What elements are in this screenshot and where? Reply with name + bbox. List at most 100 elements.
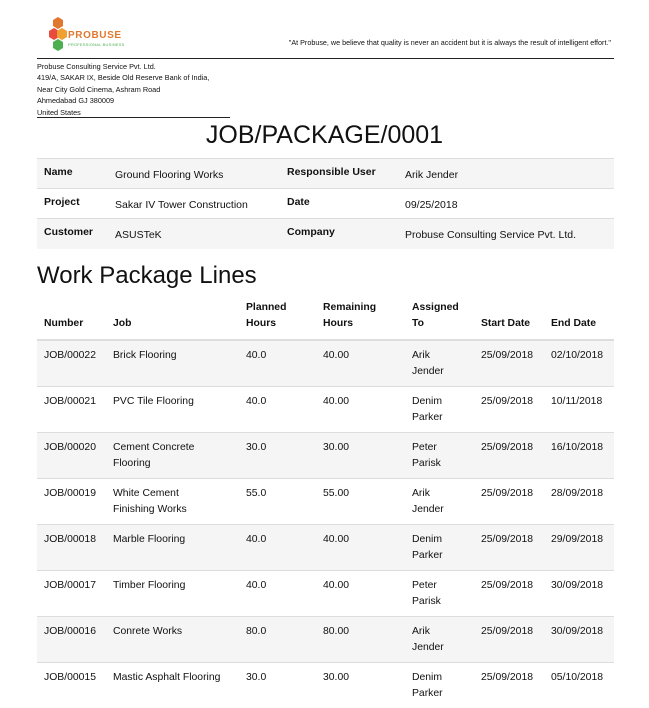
- cell-assigned: Denim Parker: [405, 524, 474, 571]
- cell-job: Marble Flooring: [106, 524, 239, 571]
- cell-number: JOB/00022: [37, 340, 106, 387]
- header-end-date: End Date: [544, 300, 614, 341]
- company-value: Probuse Consulting Service Pvt. Ltd.: [398, 218, 614, 249]
- brand-name: PROBUSE: [68, 30, 122, 41]
- info-row: Name Ground Flooring Works Responsible U…: [37, 158, 614, 189]
- hexagon-logo-icon: [49, 17, 67, 51]
- cell-start-date: 25/09/2018: [474, 386, 544, 433]
- cell-remaining: 30.00: [316, 662, 405, 708]
- cell-planned: 40.0: [239, 340, 316, 387]
- header-job: Job: [106, 300, 239, 341]
- cell-remaining: 40.00: [316, 340, 405, 387]
- cell-number: JOB/00021: [37, 386, 106, 433]
- address-line: Probuse Consulting Service Pvt. Ltd.: [37, 62, 156, 71]
- customer-value: ASUSTeK: [108, 218, 280, 249]
- cell-end-date: 16/10/2018: [544, 432, 614, 479]
- address-line: Ahmedabad GJ 380009: [37, 96, 115, 106]
- cell-planned: 40.0: [239, 570, 316, 617]
- cell-end-date: 02/10/2018: [544, 340, 614, 387]
- cell-planned: 30.0: [239, 662, 316, 708]
- customer-label: Customer: [37, 218, 108, 249]
- company-logo: PROBUSE PROFESSIONAL BUSINESS: [48, 16, 128, 56]
- cell-end-date: 10/11/2018: [544, 386, 614, 433]
- cell-number: JOB/00017: [37, 570, 106, 617]
- cell-start-date: 25/09/2018: [474, 524, 544, 571]
- responsible-user-value: Arik Jender: [398, 158, 614, 189]
- cell-assigned: Arik Jender: [405, 478, 474, 525]
- table-row: JOB/00019 White Cement Finishing Works 55…: [37, 478, 614, 525]
- header-remaining-hours: Remaining Hours: [316, 300, 405, 341]
- cell-job: Conrete Works: [106, 616, 239, 663]
- header-planned-hours: Planned Hours: [239, 300, 316, 341]
- project-value: Sakar IV Tower Construction: [108, 188, 280, 219]
- table-row: JOB/00018 Marble Flooring 40.0 40.00 Den…: [37, 524, 614, 571]
- cell-job: Mastic Asphalt Flooring: [106, 662, 239, 708]
- brand-tagline: PROFESSIONAL BUSINESS: [68, 42, 125, 47]
- cell-assigned: Denim Parker: [405, 662, 474, 708]
- cell-number: JOB/00015: [37, 662, 106, 708]
- cell-end-date: 30/09/2018: [544, 570, 614, 617]
- cell-job: Brick Flooring: [106, 340, 239, 387]
- address-line: Near City Gold Cinema, Ashram Road: [37, 84, 161, 94]
- cell-remaining: 30.00: [316, 432, 405, 479]
- cell-start-date: 25/09/2018: [474, 616, 544, 663]
- info-row: Customer ASUSTeK Company Probuse Consult…: [37, 218, 614, 249]
- package-info-table: Name Ground Flooring Works Responsible U…: [37, 158, 614, 249]
- company-quote: "At Probuse, we believe that quality is …: [288, 38, 611, 47]
- cell-remaining: 40.00: [316, 524, 405, 571]
- cell-assigned: Peter Parisk: [405, 570, 474, 617]
- address-divider: [37, 117, 230, 118]
- cell-job: PVC Tile Flooring: [106, 386, 239, 433]
- cell-end-date: 30/09/2018: [544, 616, 614, 663]
- table-row: JOB/00015 Mastic Asphalt Flooring 30.0 3…: [37, 662, 614, 708]
- cell-job: Cement Concrete Flooring: [106, 432, 239, 479]
- cell-planned: 40.0: [239, 524, 316, 571]
- cell-end-date: 05/10/2018: [544, 662, 614, 708]
- table-header-row: Number Job Planned Hours Remaining Hours A…: [37, 300, 614, 341]
- cell-assigned: Arik Jender: [405, 616, 474, 663]
- header-start-date: Start Date: [474, 300, 544, 341]
- name-value: Ground Flooring Works: [108, 158, 280, 189]
- document-title: JOB/PACKAGE/0001: [205, 121, 444, 149]
- responsible-user-label: Responsible User: [280, 158, 398, 189]
- cell-number: JOB/00018: [37, 524, 106, 571]
- cell-end-date: 29/09/2018: [544, 524, 614, 571]
- table-row: JOB/00016 Conrete Works 80.0 80.00 Arik J…: [37, 616, 614, 663]
- company-address: Probuse Consulting Service Pvt. Ltd. 419…: [37, 61, 209, 118]
- company-label: Company: [280, 218, 398, 249]
- cell-planned: 55.0: [239, 478, 316, 525]
- cell-start-date: 25/09/2018: [474, 570, 544, 617]
- cell-start-date: 25/09/2018: [474, 340, 544, 387]
- cell-job: Timber Flooring: [106, 570, 239, 617]
- date-value: 09/25/2018: [398, 188, 614, 219]
- cell-remaining: 80.00: [316, 616, 405, 663]
- cell-end-date: 28/09/2018: [544, 478, 614, 525]
- project-label: Project: [37, 188, 108, 219]
- cell-planned: 30.0: [239, 432, 316, 479]
- name-label: Name: [37, 158, 108, 189]
- cell-planned: 80.0: [239, 616, 316, 663]
- header-assigned-to: Assigned To: [405, 300, 474, 341]
- info-row: Project Sakar IV Tower Construction Date…: [37, 188, 614, 219]
- cell-planned: 40.0: [239, 386, 316, 433]
- work-package-lines-table: Number Job Planned Hours Remaining Hours A…: [37, 300, 614, 708]
- cell-job: White Cement Finishing Works: [106, 478, 239, 525]
- cell-assigned: Peter Parisk: [405, 432, 474, 479]
- table-row: JOB/00021 PVC Tile Flooring 40.0 40.00 D…: [37, 386, 614, 433]
- cell-assigned: Denim Parker: [405, 386, 474, 433]
- table-row: JOB/00020 Cement Concrete Flooring 30.0 3…: [37, 432, 614, 479]
- cell-remaining: 55.00: [316, 478, 405, 525]
- cell-number: JOB/00016: [37, 616, 106, 663]
- cell-start-date: 25/09/2018: [474, 662, 544, 708]
- header-number: Number: [37, 300, 106, 341]
- date-label: Date: [280, 188, 398, 219]
- table-row: JOB/00022 Brick Flooring 40.0 40.00 Arik…: [37, 340, 614, 387]
- cell-remaining: 40.00: [316, 570, 405, 617]
- section-title: Work Package Lines: [37, 262, 257, 289]
- cell-number: JOB/00020: [37, 432, 106, 479]
- cell-assigned: Arik Jender: [405, 340, 474, 387]
- header-divider: [37, 58, 614, 59]
- address-line: 419/A, SAKAR IX, Beside Old Reserve Bank…: [37, 73, 210, 83]
- cell-start-date: 25/09/2018: [474, 478, 544, 525]
- cell-remaining: 40.00: [316, 386, 405, 433]
